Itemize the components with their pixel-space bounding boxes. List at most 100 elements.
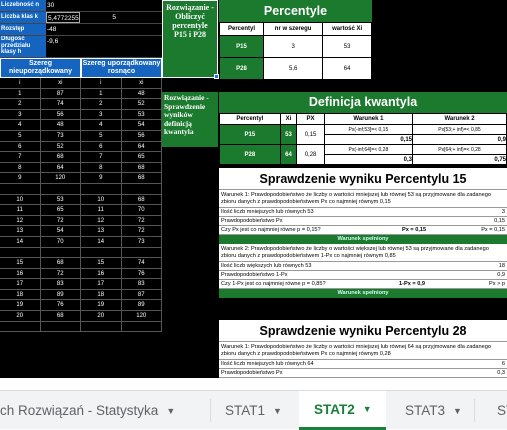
- series-cell[interactable]: 53: [122, 109, 162, 120]
- series-cell[interactable]: [81, 321, 122, 332]
- series-cell[interactable]: 68: [122, 173, 162, 183]
- series-cell[interactable]: 1: [81, 88, 122, 99]
- series-cell[interactable]: 73: [41, 130, 81, 141]
- series-cell[interactable]: 17: [81, 279, 122, 289]
- series-cell[interactable]: 64: [122, 141, 162, 152]
- series-cell[interactable]: 120: [41, 173, 81, 183]
- series-cell[interactable]: 10: [81, 194, 122, 205]
- series-cell[interactable]: 83: [41, 279, 81, 289]
- series-cell[interactable]: 2: [81, 99, 122, 109]
- verify-box[interactable]: Rozwiązanie - Sprawdzenie wyników defini…: [162, 92, 218, 147]
- series-cell[interactable]: 13: [81, 226, 122, 236]
- series-cell[interactable]: [0, 321, 41, 332]
- series-cell[interactable]: 13: [0, 226, 41, 236]
- series-cell[interactable]: [41, 247, 81, 258]
- series-cell[interactable]: 9: [81, 173, 122, 183]
- solution-box[interactable]: Rozwiązanie - Obliczyć percentyle P15 i …: [162, 0, 218, 78]
- series-cell[interactable]: 14: [0, 236, 41, 247]
- series-cell[interactable]: 64: [41, 162, 81, 173]
- series-cell[interactable]: 6: [0, 141, 41, 152]
- series-cell[interactable]: 3: [81, 109, 122, 120]
- series-cell[interactable]: 15: [0, 258, 41, 268]
- series-cell[interactable]: 65: [41, 205, 81, 215]
- series-cell[interactable]: 74: [41, 99, 81, 109]
- series-cell[interactable]: 120: [122, 311, 162, 321]
- series-cell[interactable]: 52: [122, 99, 162, 109]
- series-cell[interactable]: 48: [122, 88, 162, 99]
- series-cell[interactable]: 5: [0, 130, 41, 141]
- series-cell[interactable]: 76: [122, 268, 162, 279]
- tab-st-partial[interactable]: ST: [475, 391, 507, 430]
- series-cell[interactable]: 7: [81, 152, 122, 162]
- series-cell[interactable]: 89: [122, 300, 162, 311]
- series-cell[interactable]: 56: [41, 109, 81, 120]
- series-cell[interactable]: 8: [0, 162, 41, 173]
- chevron-down-icon[interactable]: ▼: [166, 406, 175, 416]
- tab-statystyka[interactable]: ch Rozwiązań - Statystyka ▼: [0, 391, 210, 430]
- series-cell[interactable]: 3: [0, 109, 41, 120]
- series-cell[interactable]: [41, 183, 81, 194]
- series-cell[interactable]: 73: [122, 236, 162, 247]
- series-cell[interactable]: 11: [81, 205, 122, 215]
- tab-stat3[interactable]: STAT3 ▼: [387, 391, 474, 430]
- series-cell[interactable]: 15: [81, 258, 122, 268]
- series-cell[interactable]: 2: [0, 99, 41, 109]
- spreadsheet-grid[interactable]: Liczebność n 30 Liczba klas k 5,4772255 5 Roz…: [0, 0, 507, 378]
- series-cell[interactable]: 10: [0, 194, 41, 205]
- series-cell[interactable]: 5: [81, 130, 122, 141]
- series-cell[interactable]: [81, 247, 122, 258]
- tab-stat1[interactable]: STAT1 ▼: [211, 391, 298, 430]
- series-cell[interactable]: 4: [81, 120, 122, 130]
- series-cell[interactable]: 54: [122, 120, 162, 130]
- series-cell[interactable]: [81, 183, 122, 194]
- series-cell[interactable]: 87: [41, 88, 81, 99]
- series-cell[interactable]: 72: [122, 215, 162, 226]
- series-cell[interactable]: 52: [41, 141, 81, 152]
- series-cell[interactable]: 87: [122, 289, 162, 300]
- series-cell[interactable]: 56: [122, 130, 162, 141]
- series-cell[interactable]: [0, 183, 41, 194]
- series-cell[interactable]: 12: [81, 215, 122, 226]
- series-cell[interactable]: 70: [122, 205, 162, 215]
- series-cell[interactable]: 68: [41, 311, 81, 321]
- series-cell[interactable]: 9: [0, 173, 41, 183]
- series-cell[interactable]: [41, 321, 81, 332]
- series-cell[interactable]: 11: [0, 205, 41, 215]
- series-cell[interactable]: 72: [122, 226, 162, 236]
- series-cell[interactable]: 68: [122, 162, 162, 173]
- series-cell[interactable]: 14: [81, 236, 122, 247]
- series-cell[interactable]: 18: [81, 289, 122, 300]
- series-cell[interactable]: 6: [81, 141, 122, 152]
- series-cell[interactable]: 18: [0, 289, 41, 300]
- series-cell[interactable]: 68: [41, 258, 81, 268]
- series-cell[interactable]: 68: [41, 152, 81, 162]
- series-cell[interactable]: 76: [41, 300, 81, 311]
- series-cell[interactable]: 16: [81, 268, 122, 279]
- series-cell[interactable]: 48: [41, 120, 81, 130]
- series-cell[interactable]: 16: [0, 268, 41, 279]
- series-cell[interactable]: 17: [0, 279, 41, 289]
- series-cell[interactable]: [0, 247, 41, 258]
- series-cell[interactable]: 72: [41, 268, 81, 279]
- series-cell[interactable]: 1: [0, 88, 41, 99]
- series-cell[interactable]: [122, 247, 162, 258]
- series-cell[interactable]: 20: [0, 311, 41, 321]
- series-cell[interactable]: [122, 321, 162, 332]
- series-cell[interactable]: 19: [0, 300, 41, 311]
- series-cell[interactable]: 20: [81, 311, 122, 321]
- chevron-down-icon[interactable]: ▼: [453, 406, 462, 416]
- series-cell[interactable]: 12: [0, 215, 41, 226]
- series-cell[interactable]: 54: [41, 226, 81, 236]
- series-cell[interactable]: 70: [41, 236, 81, 247]
- tab-stat2[interactable]: STAT2 ▼: [299, 391, 386, 430]
- chevron-down-icon[interactable]: ▼: [273, 406, 282, 416]
- series-cell[interactable]: 83: [122, 279, 162, 289]
- series-cell[interactable]: 89: [41, 289, 81, 300]
- series-cell[interactable]: [122, 183, 162, 194]
- chevron-down-icon[interactable]: ▼: [363, 404, 372, 414]
- series-cell[interactable]: 4: [0, 120, 41, 130]
- series-cell[interactable]: 7: [0, 152, 41, 162]
- series-cell[interactable]: 72: [41, 215, 81, 226]
- series-cell[interactable]: 19: [81, 300, 122, 311]
- series-cell[interactable]: 68: [122, 194, 162, 205]
